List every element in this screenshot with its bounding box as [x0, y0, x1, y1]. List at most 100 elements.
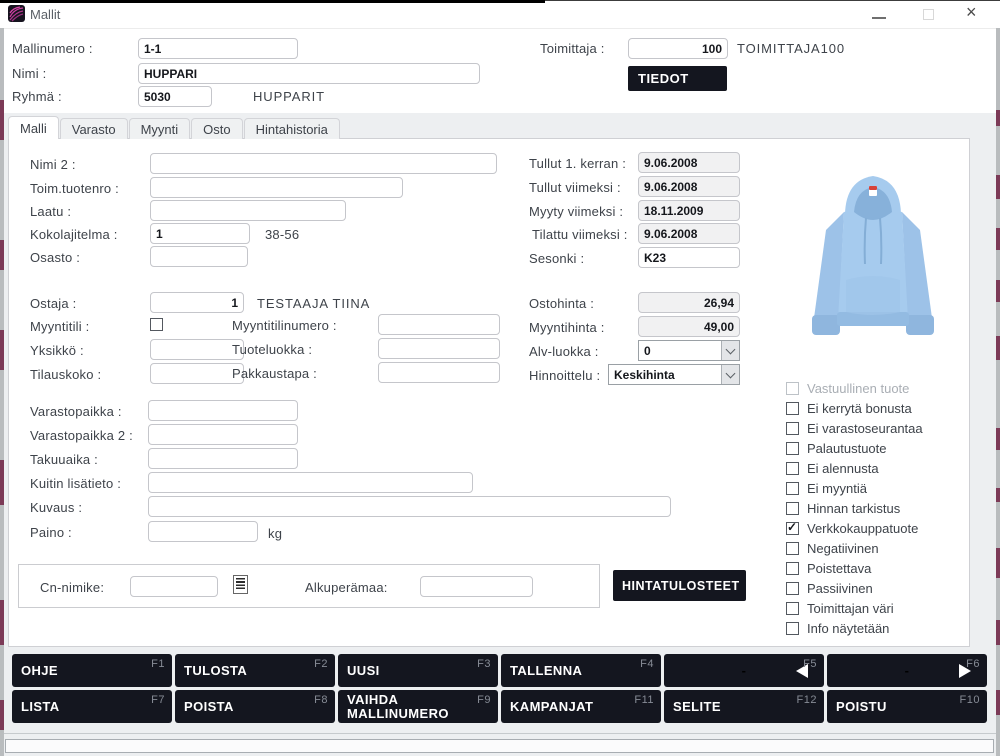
kuvaus-input[interactable]	[148, 496, 671, 517]
status-bar	[5, 739, 994, 753]
flag-verkkokauppatuote[interactable]: Verkkokauppatuote	[786, 520, 918, 536]
flag-ei-kerryta-bonusta[interactable]: Ei kerrytä bonusta	[786, 400, 912, 416]
varastopaikka2-input[interactable]	[148, 424, 298, 445]
takuuaika-input[interactable]	[148, 448, 298, 469]
laatu-input[interactable]	[150, 200, 346, 221]
flag-poistettava[interactable]: Poistettava	[786, 560, 871, 576]
chevron-down-icon[interactable]	[721, 341, 739, 360]
tilattu-viimeksi-label: Tilattu viimeksi :	[532, 227, 628, 242]
poistu-button[interactable]: POISTUF10	[827, 690, 987, 723]
selite-button[interactable]: SELITEF12	[664, 690, 824, 723]
varastopaikka-label: Varastopaikka :	[30, 404, 122, 419]
tallenna-button[interactable]: TALLENNAF4	[501, 654, 661, 687]
laatu-label: Laatu :	[30, 204, 71, 219]
pakkaustapa-input[interactable]	[378, 362, 500, 383]
ohje-button[interactable]: OHJEF1	[12, 654, 172, 687]
nimi-label: Nimi :	[12, 66, 46, 81]
cn-nimike-label: Cn-nimike:	[40, 580, 104, 595]
previous-button[interactable]: -F5	[664, 654, 824, 687]
kuitin-lisatieto-input[interactable]	[148, 472, 473, 493]
background-window-left-edge	[0, 28, 4, 756]
sesonki-input[interactable]	[638, 247, 740, 268]
flag-ei-alennusta[interactable]: Ei alennusta	[786, 460, 879, 476]
hintatulosteet-button[interactable]: HINTATULOSTEET	[613, 570, 746, 601]
kokolajitelma-range-text: 38-56	[265, 227, 299, 242]
tab-hintahistoria[interactable]: Hintahistoria	[244, 118, 340, 139]
myyntitili-checkbox[interactable]	[150, 318, 163, 331]
tab-myynti[interactable]: Myynti	[129, 118, 191, 139]
kampanjat-button[interactable]: KAMPANJATF11	[501, 690, 661, 723]
uusi-button[interactable]: UUSIF3	[338, 654, 498, 687]
tullut1-input[interactable]	[638, 152, 740, 173]
tiedot-button[interactable]: TIEDOT	[628, 66, 727, 91]
myyntihinta-label: Myyntihinta :	[529, 320, 605, 335]
toimittaja-name-text: TOIMITTAJA100	[737, 41, 845, 56]
ryhma-name-text: HUPPARIT	[253, 89, 325, 104]
myyntitilinumero-input[interactable]	[378, 314, 500, 335]
poista-button[interactable]: POISTAF8	[175, 690, 335, 723]
flag-ei-varastoseurantaa[interactable]: Ei varastoseurantaa	[786, 420, 923, 436]
hinnoittelu-select[interactable]: Keskihinta	[608, 364, 740, 385]
alkuperamaa-input[interactable]	[420, 576, 533, 597]
myyntitilinumero-label: Myyntitilinumero :	[232, 318, 337, 333]
kokolajitelma-input[interactable]	[150, 223, 250, 244]
flag-info-naytetaan[interactable]: Info näytetään	[786, 620, 889, 636]
yksikko-label: Yksikkö :	[30, 343, 84, 358]
minimize-icon[interactable]	[872, 17, 886, 19]
nimi-input[interactable]	[138, 63, 480, 84]
ostohinta-label: Ostohinta :	[529, 296, 594, 311]
toimittaja-input[interactable]	[628, 38, 728, 59]
flag-negatiivinen[interactable]: Negatiivinen	[786, 540, 879, 556]
tuoteluokka-label: Tuoteluokka :	[232, 342, 312, 357]
alv-luokka-select[interactable]: 0	[638, 340, 740, 361]
tullut1-label: Tullut 1. kerran :	[529, 156, 626, 171]
tilauskoko-label: Tilauskoko :	[30, 367, 101, 382]
hinnoittelu-label: Hinnoittelu :	[529, 368, 600, 383]
flag-toimittajan-vari[interactable]: Toimittajan väri	[786, 600, 894, 616]
ostaja-input[interactable]	[150, 292, 244, 313]
tullut-viimeksi-input[interactable]	[638, 176, 740, 197]
tilauskoko-input[interactable]	[150, 363, 244, 384]
cn-nimike-input[interactable]	[130, 576, 218, 597]
nimi2-label: Nimi 2 :	[30, 157, 76, 172]
myyty-viimeksi-input[interactable]	[638, 200, 740, 221]
background-window-right-edge	[996, 28, 1000, 756]
paino-input[interactable]	[148, 521, 258, 542]
alv-luokka-label: Alv-luokka :	[529, 344, 599, 359]
myyntihinta-input[interactable]	[638, 316, 740, 337]
osasto-input[interactable]	[150, 246, 248, 267]
tilattu-viimeksi-input[interactable]	[638, 223, 740, 244]
tuoteluokka-input[interactable]	[378, 338, 500, 359]
vaihda-mallinumero-button[interactable]: VAIHDA MALLINUMEROF9	[338, 690, 498, 723]
ryhma-input[interactable]	[138, 86, 212, 107]
tab-osto[interactable]: Osto	[191, 118, 242, 139]
varastopaikka2-label: Varastopaikka 2 :	[30, 428, 133, 443]
mallinumero-input[interactable]	[138, 38, 298, 59]
flag-ei-myyntia[interactable]: Ei myyntiä	[786, 480, 867, 496]
app-logo-icon	[8, 5, 25, 22]
bottom-divider	[0, 733, 1000, 734]
maximize-icon[interactable]	[923, 9, 934, 20]
varastopaikka-input[interactable]	[148, 400, 298, 421]
flag-palautustuote[interactable]: Palautustuote	[786, 440, 887, 456]
toim-tuotenro-label: Toim.tuotenro :	[30, 181, 119, 196]
next-button[interactable]: -F6	[827, 654, 987, 687]
ostohinta-input[interactable]	[638, 292, 740, 313]
flag-hinnan-tarkistus[interactable]: Hinnan tarkistus	[786, 500, 900, 516]
close-icon[interactable]: ×	[966, 2, 977, 23]
tab-malli[interactable]: Malli	[8, 116, 59, 139]
flag-passiivinen[interactable]: Passiivinen	[786, 580, 873, 596]
toim-tuotenro-input[interactable]	[150, 177, 403, 198]
lista-button[interactable]: LISTAF7	[12, 690, 172, 723]
yksikko-input[interactable]	[150, 339, 244, 360]
flag-vastuullinen-tuote[interactable]: Vastuullinen tuote	[786, 380, 909, 396]
tulosta-button[interactable]: TULOSTAF2	[175, 654, 335, 687]
chevron-down-icon[interactable]	[721, 365, 739, 384]
tab-varasto[interactable]: Varasto	[60, 118, 128, 139]
ostaja-label: Ostaja :	[30, 296, 76, 311]
osasto-label: Osasto :	[30, 250, 80, 265]
background-window-top-bar	[0, 0, 545, 3]
nimi2-input[interactable]	[150, 153, 497, 174]
cn-lookup-list-icon[interactable]	[233, 575, 248, 594]
takuuaika-label: Takuuaika :	[30, 452, 98, 467]
